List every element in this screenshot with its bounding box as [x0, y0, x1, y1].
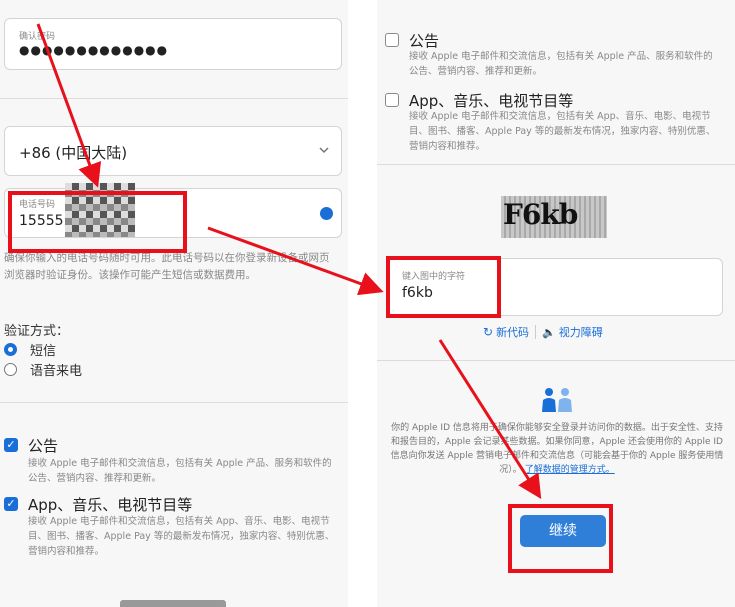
apps-music-title: App、音乐、电视节目等 [28, 496, 193, 514]
radio-sms-label: 短信 [30, 344, 57, 359]
divider [377, 360, 735, 361]
announcements-desc: 接收 Apple 电子邮件和交流信息，包括有关 Apple 产品、服务和软件的公… [409, 51, 713, 77]
confirm-password-value: ●●●●●●●●●●●●● [19, 43, 169, 57]
captcha-actions: ↻ 新代码 🔈 视力障碍 [483, 324, 603, 340]
privacy-link[interactable]: 了解数据的管理方式。 [525, 465, 615, 475]
announcements-desc: 接收 Apple 电子邮件和交流信息，包括有关 Apple 产品、服务和软件的公… [28, 458, 332, 484]
highlight-phone-number [8, 191, 187, 253]
captcha-image-text: F6kb [503, 198, 578, 231]
divider [377, 164, 735, 165]
country-code-select[interactable]: +86 (中国大陆) [4, 126, 342, 176]
new-code-label: 新代码 [496, 326, 530, 339]
continue-button-partial[interactable] [120, 600, 226, 607]
announcements-title: 公告 [28, 437, 59, 455]
privacy-text: 你的 Apple ID 信息将用于确保你能够安全登录并访问你的数据。出于安全性、… [387, 421, 727, 477]
highlight-captcha-input [386, 256, 501, 318]
panel-gap [348, 0, 377, 607]
refresh-icon: ↻ [483, 325, 494, 339]
vision-impaired-label: 视力障碍 [558, 326, 603, 339]
checkbox-apps-music[interactable]: ✓ [4, 497, 18, 511]
announcements-title: 公告 [409, 32, 440, 50]
action-divider [535, 325, 537, 339]
apps-music-title: App、音乐、电视节目等 [409, 92, 574, 110]
chevron-down-icon [319, 147, 329, 154]
left-panel: 确认密码 ●●●●●●●●●●●●● +86 (中国大陆) 电话号码 15555… [0, 0, 348, 607]
checkbox-apps-music[interactable] [385, 93, 399, 107]
new-code-link[interactable]: ↻ 新代码 [483, 324, 529, 340]
confirm-password-label: 确认密码 [19, 32, 56, 42]
radio-voice-call[interactable] [4, 363, 17, 376]
speaker-icon: 🔈 [542, 325, 556, 339]
apps-music-desc: 接收 Apple 电子邮件和交流信息，包括有关 App、音乐、电影、电视节目、图… [28, 516, 335, 557]
confirm-password-field[interactable]: 确认密码 ●●●●●●●●●●●●● [4, 18, 342, 70]
divider [0, 98, 348, 99]
checkbox-announcements[interactable] [385, 33, 399, 47]
privacy-handshake-icon [542, 388, 572, 412]
verify-method-title: 验证方式： [4, 324, 70, 339]
divider [0, 402, 348, 403]
country-code-value: +86 (中国大陆) [19, 144, 128, 162]
vision-impaired-link[interactable]: 🔈 视力障碍 [542, 324, 603, 340]
captcha-image: F6kb [501, 196, 607, 238]
apps-music-desc: 接收 Apple 电子邮件和交流信息，包括有关 App、音乐、电影、电视节目、图… [409, 111, 716, 152]
checkbox-announcements[interactable]: ✓ [4, 438, 18, 452]
highlight-continue-button [508, 504, 613, 573]
info-icon[interactable] [320, 207, 333, 220]
radio-voice-call-label: 语音来电 [30, 364, 83, 379]
phone-help-text: 确保你输入的电话号码随时可用。此电话号码以在你登录新设备或网页浏览器时验证身份。… [4, 252, 330, 281]
radio-sms[interactable] [4, 343, 17, 356]
